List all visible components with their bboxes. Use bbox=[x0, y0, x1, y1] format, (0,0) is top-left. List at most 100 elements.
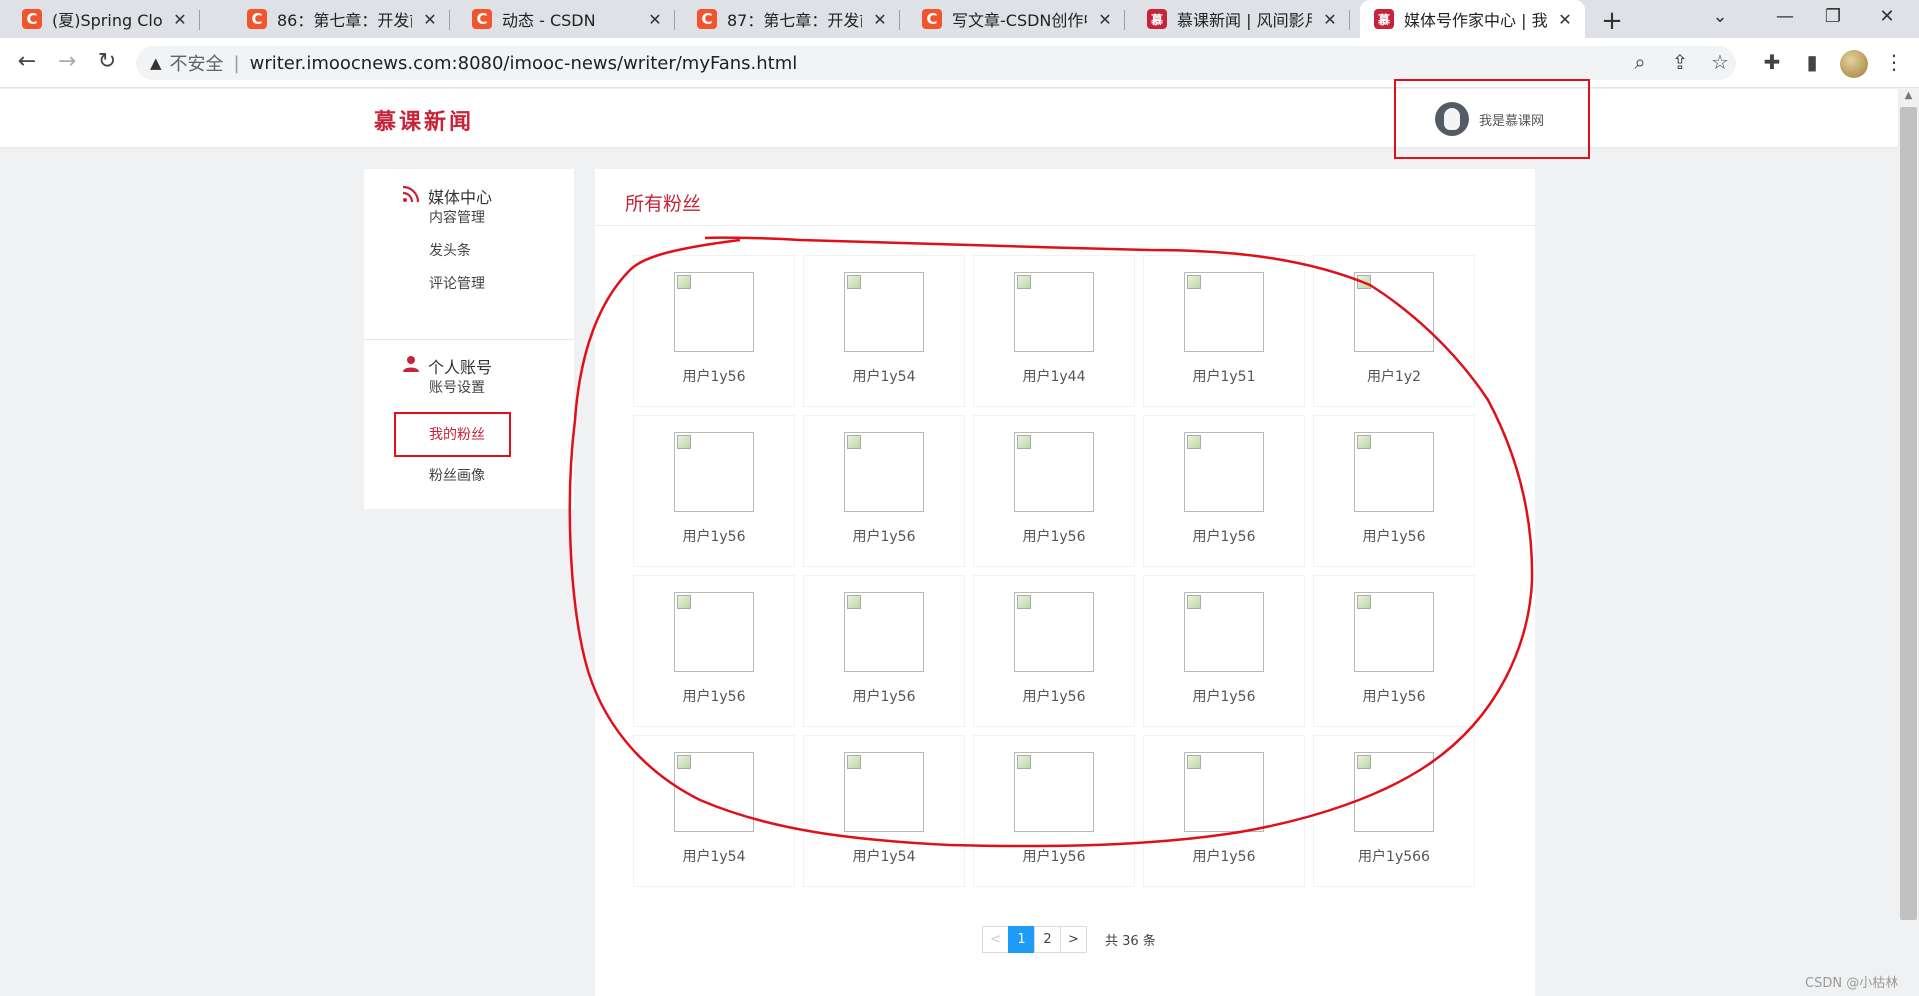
close-icon[interactable]: ✕ bbox=[870, 10, 890, 29]
user-profile-entry[interactable]: 我是慕课网 bbox=[1394, 79, 1590, 159]
fan-name[interactable]: 用户1y51 bbox=[1144, 366, 1304, 386]
fan-name[interactable]: 用户1y566 bbox=[1314, 846, 1474, 866]
reload-icon[interactable]: ↻ bbox=[92, 49, 122, 74]
browser-tab[interactable]: C 87：第七章：开发前端 ✕ bbox=[675, 0, 900, 38]
window-close-icon[interactable]: ✕ bbox=[1872, 6, 1902, 27]
back-arrow-icon[interactable]: ← bbox=[12, 49, 42, 74]
fan-card[interactable]: 用户1y54 bbox=[803, 255, 965, 407]
fan-card[interactable]: 用户1y56 bbox=[973, 575, 1135, 727]
fan-name[interactable]: 用户1y56 bbox=[1144, 846, 1304, 866]
fan-card[interactable]: 用户1y54 bbox=[633, 735, 795, 887]
restore-icon[interactable]: ❐ bbox=[1818, 6, 1848, 27]
sidebar-item-account-settings[interactable]: 账号设置 bbox=[429, 377, 485, 397]
warning-triangle-icon[interactable]: ▲ bbox=[150, 54, 162, 72]
fan-avatar-broken-image-icon[interactable] bbox=[1354, 752, 1434, 832]
fan-card[interactable]: 用户1y566 bbox=[1313, 735, 1475, 887]
page-button-2[interactable]: 2 bbox=[1034, 926, 1061, 953]
fan-name[interactable]: 用户1y56 bbox=[974, 526, 1134, 546]
fan-card[interactable]: 用户1y44 bbox=[973, 255, 1135, 407]
fan-card[interactable]: 用户1y56 bbox=[973, 735, 1135, 887]
browser-tab[interactable]: C 86：第七章：开发前端 ✕ bbox=[225, 0, 450, 38]
fan-name[interactable]: 用户1y56 bbox=[804, 526, 964, 546]
fan-avatar-broken-image-icon[interactable] bbox=[1354, 592, 1434, 672]
sidebar-item-comments[interactable]: 评论管理 bbox=[429, 273, 485, 293]
url-text[interactable]: writer.imoocnews.com:8080/imooc-news/wri… bbox=[250, 53, 798, 74]
insecure-label[interactable]: 不安全 bbox=[170, 50, 224, 76]
fan-name[interactable]: 用户1y56 bbox=[1314, 526, 1474, 546]
fan-name[interactable]: 用户1y54 bbox=[634, 846, 794, 866]
fan-avatar-broken-image-icon[interactable] bbox=[844, 752, 924, 832]
fan-avatar-broken-image-icon[interactable] bbox=[674, 432, 754, 512]
fan-avatar-broken-image-icon[interactable] bbox=[674, 592, 754, 672]
fan-card[interactable]: 用户1y2 bbox=[1313, 255, 1475, 407]
zoom-icon[interactable]: ⌕ bbox=[1626, 50, 1654, 74]
page-scrollbar[interactable] bbox=[1900, 107, 1917, 920]
fan-card[interactable]: 用户1y56 bbox=[1143, 415, 1305, 567]
fan-avatar-broken-image-icon[interactable] bbox=[1184, 592, 1264, 672]
fan-name[interactable]: 用户1y54 bbox=[804, 366, 964, 386]
fan-card[interactable]: 用户1y56 bbox=[1143, 735, 1305, 887]
page-button-1[interactable]: 1 bbox=[1008, 926, 1035, 953]
browser-tab-active[interactable]: 慕 媒体号作家中心 | 我的 ✕ bbox=[1360, 0, 1585, 38]
close-icon[interactable]: ✕ bbox=[1555, 10, 1575, 29]
browser-tab[interactable]: C 动态 - CSDN ✕ bbox=[450, 0, 675, 38]
next-page-button[interactable]: > bbox=[1060, 926, 1087, 953]
close-icon[interactable]: ✕ bbox=[645, 10, 665, 29]
browser-tab[interactable]: C 写文章-CSDN创作中心 ✕ bbox=[900, 0, 1125, 38]
fan-card[interactable]: 用户1y56 bbox=[1143, 575, 1305, 727]
fan-avatar-broken-image-icon[interactable] bbox=[1184, 752, 1264, 832]
address-bar[interactable]: ▲ 不安全 | writer.imoocnews.com:8080/imooc-… bbox=[136, 46, 1736, 80]
fan-avatar-broken-image-icon[interactable] bbox=[674, 272, 754, 352]
share-icon[interactable]: ⇪ bbox=[1666, 50, 1694, 74]
prev-page-button[interactable]: < bbox=[982, 926, 1009, 953]
fan-card[interactable]: 用户1y56 bbox=[633, 255, 795, 407]
sidebar-item-fan-profile[interactable]: 粉丝画像 bbox=[429, 465, 485, 485]
fan-avatar-broken-image-icon[interactable] bbox=[1014, 432, 1094, 512]
close-icon[interactable]: ✕ bbox=[420, 10, 440, 29]
fan-avatar-broken-image-icon[interactable] bbox=[844, 592, 924, 672]
extensions-puzzle-icon[interactable]: ✚ bbox=[1758, 50, 1786, 74]
fan-card[interactable]: 用户1y56 bbox=[803, 575, 965, 727]
fan-name[interactable]: 用户1y56 bbox=[1144, 526, 1304, 546]
side-panel-icon[interactable]: ▮ bbox=[1798, 50, 1826, 74]
close-icon[interactable]: ✕ bbox=[170, 10, 190, 29]
fan-name[interactable]: 用户1y44 bbox=[974, 366, 1134, 386]
fan-avatar-broken-image-icon[interactable] bbox=[1184, 272, 1264, 352]
fan-card[interactable]: 用户1y56 bbox=[1313, 415, 1475, 567]
fan-avatar-broken-image-icon[interactable] bbox=[1184, 432, 1264, 512]
forward-arrow-icon[interactable]: → bbox=[52, 49, 82, 74]
fan-name[interactable]: 用户1y56 bbox=[974, 846, 1134, 866]
fan-card[interactable]: 用户1y56 bbox=[973, 415, 1135, 567]
close-icon[interactable]: ✕ bbox=[1320, 10, 1340, 29]
fan-avatar-broken-image-icon[interactable] bbox=[1354, 432, 1434, 512]
fan-name[interactable]: 用户1y56 bbox=[1144, 686, 1304, 706]
new-tab-button[interactable]: + bbox=[1597, 6, 1627, 36]
bookmark-star-icon[interactable]: ☆ bbox=[1706, 50, 1734, 74]
fan-avatar-broken-image-icon[interactable] bbox=[844, 432, 924, 512]
sidebar-item-publish[interactable]: 发头条 bbox=[429, 240, 471, 260]
profile-avatar[interactable] bbox=[1840, 50, 1868, 78]
fan-avatar-broken-image-icon[interactable] bbox=[844, 272, 924, 352]
close-icon[interactable]: ✕ bbox=[1095, 10, 1115, 29]
fan-name[interactable]: 用户1y56 bbox=[974, 686, 1134, 706]
fan-name[interactable]: 用户1y2 bbox=[1314, 366, 1474, 386]
fan-name[interactable]: 用户1y54 bbox=[804, 846, 964, 866]
more-menu-icon[interactable]: ⋮ bbox=[1880, 50, 1908, 74]
fan-card[interactable]: 用户1y56 bbox=[803, 415, 965, 567]
browser-tab[interactable]: C (夏)Spring Cloud微服 ✕ bbox=[0, 0, 200, 38]
avatar[interactable] bbox=[1435, 102, 1469, 136]
fan-card[interactable]: 用户1y56 bbox=[633, 575, 795, 727]
fan-card[interactable]: 用户1y54 bbox=[803, 735, 965, 887]
fan-name[interactable]: 用户1y56 bbox=[634, 526, 794, 546]
fan-name[interactable]: 用户1y56 bbox=[1314, 686, 1474, 706]
site-logo[interactable]: 慕课新闻 bbox=[374, 104, 474, 136]
fan-avatar-broken-image-icon[interactable] bbox=[1014, 752, 1094, 832]
sidebar-item-content-management[interactable]: 内容管理 bbox=[429, 207, 485, 227]
tab-search-chevron-icon[interactable]: ⌄ bbox=[1705, 6, 1735, 27]
fan-name[interactable]: 用户1y56 bbox=[804, 686, 964, 706]
fan-avatar-broken-image-icon[interactable] bbox=[1354, 272, 1434, 352]
username[interactable]: 我是慕课网 bbox=[1479, 110, 1544, 129]
fan-name[interactable]: 用户1y56 bbox=[634, 686, 794, 706]
browser-tab[interactable]: 慕 慕课新闻 | 风间影月 ✕ bbox=[1125, 0, 1350, 38]
fan-card[interactable]: 用户1y56 bbox=[633, 415, 795, 567]
